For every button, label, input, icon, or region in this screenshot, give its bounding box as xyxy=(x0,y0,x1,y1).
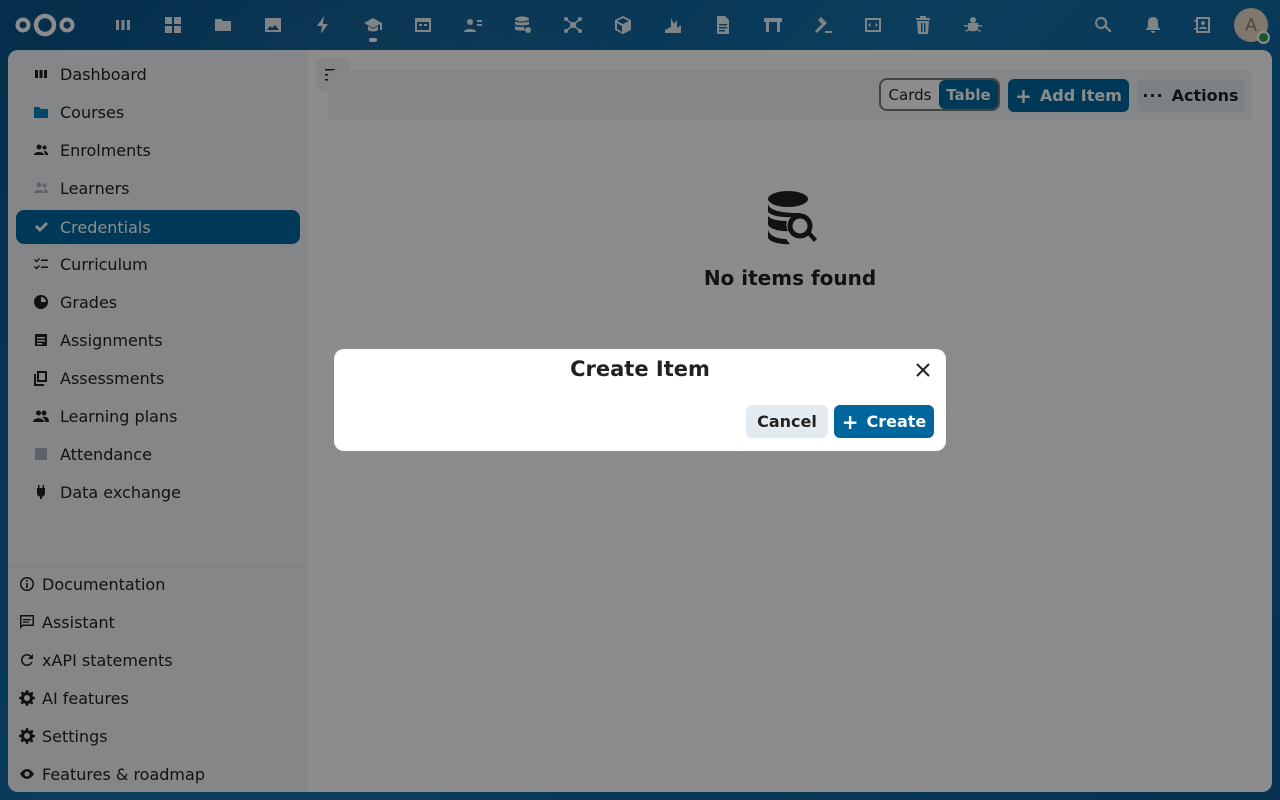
create-item-dialog: Create Item Cancel + Create xyxy=(334,349,946,451)
dialog-title: Create Item xyxy=(570,357,710,381)
create-label: Create xyxy=(866,412,927,431)
cancel-label: Cancel xyxy=(757,412,817,431)
cancel-button[interactable]: Cancel xyxy=(746,405,828,438)
close-icon[interactable] xyxy=(912,359,934,381)
create-button[interactable]: + Create xyxy=(834,405,934,438)
plus-icon: + xyxy=(841,409,859,434)
